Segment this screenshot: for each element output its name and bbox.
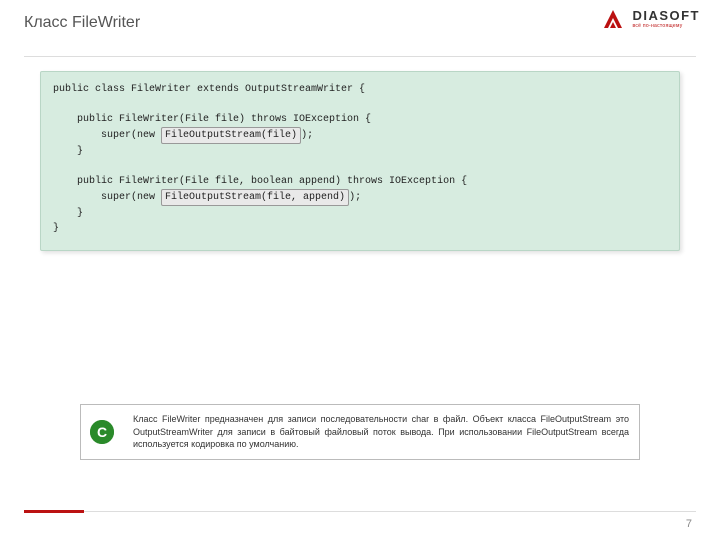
code-line: }: [53, 146, 83, 157]
code-line: super(new: [53, 192, 161, 203]
code-line: public class FileWriter extends OutputSt…: [53, 84, 365, 95]
footer-accent: [24, 510, 84, 513]
header-divider: [24, 56, 696, 57]
page-number: 7: [686, 518, 692, 530]
code-line: public FileWriter(File file, boolean app…: [53, 176, 467, 187]
info-badge-wrap: C: [81, 405, 123, 459]
brand-name: DIASOFT: [632, 9, 700, 22]
info-badge-icon: C: [90, 420, 114, 444]
brand-logo: DIASOFT всё по-настоящему: [600, 6, 700, 32]
code-line: public FileWriter(File file) throws IOEx…: [53, 114, 371, 125]
info-box: C Класс FileWriter предназначен для запи…: [80, 404, 640, 460]
code-line: );: [349, 192, 361, 203]
code-block: public class FileWriter extends OutputSt…: [40, 71, 680, 251]
code-highlight: FileOutputStream(file, append): [161, 189, 349, 206]
code-line: }: [53, 208, 83, 219]
code-line: );: [301, 130, 313, 141]
logo-mark-icon: [600, 6, 626, 32]
brand-tagline: всё по-настоящему: [632, 24, 700, 29]
code-line: }: [53, 223, 59, 234]
footer-divider: [24, 511, 696, 512]
slide-title: Класс FileWriter: [24, 14, 696, 32]
slide-header: Класс FileWriter DIASOFT всё по-настояще…: [0, 0, 720, 50]
code-highlight: FileOutputStream(file): [161, 127, 301, 144]
code-line: super(new: [53, 130, 161, 141]
info-text: Класс FileWriter предназначен для записи…: [123, 405, 639, 459]
